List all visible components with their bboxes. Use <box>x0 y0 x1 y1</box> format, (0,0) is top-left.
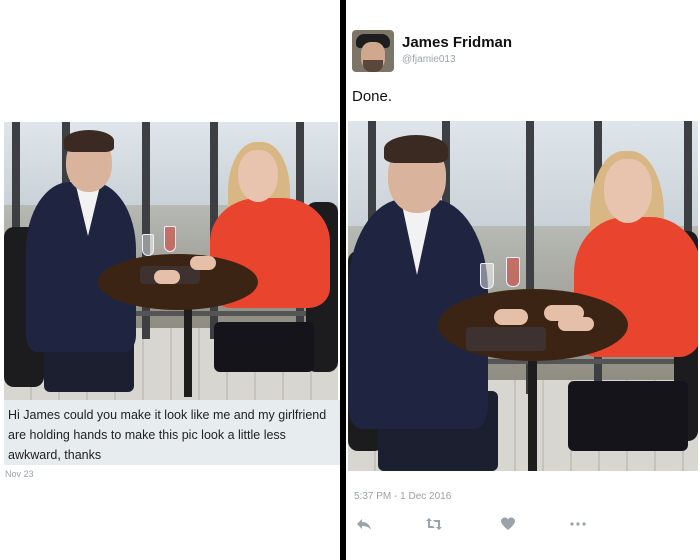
request-message-text: Hi James could you make it look like me … <box>8 408 327 462</box>
more-icon[interactable] <box>568 516 588 536</box>
tweet-timestamp[interactable]: 5:37 PM - 1 Dec 2016 <box>354 491 451 502</box>
request-card: Hi James could you make it look like me … <box>0 0 340 560</box>
author-name[interactable]: James Fridman <box>402 34 512 51</box>
request-date: Nov 23 <box>5 469 34 479</box>
tweet-card: James Fridman @fjamie013 Done. 5:37 PM -… <box>346 0 700 560</box>
request-message-box: Hi James could you make it look like me … <box>4 400 340 465</box>
reply-icon[interactable] <box>354 516 374 536</box>
heart-icon-glyph <box>501 517 515 530</box>
original-photo <box>4 122 338 400</box>
edited-photo[interactable] <box>348 121 698 471</box>
avatar[interactable] <box>352 30 394 72</box>
heart-icon[interactable] <box>498 516 518 536</box>
tweet-text: Done. <box>352 88 393 105</box>
reply-icon-glyph <box>357 519 371 530</box>
author-handle[interactable]: @fjamie013 <box>402 54 456 65</box>
retweet-icon[interactable] <box>424 516 444 536</box>
retweet-icon-glyph <box>426 518 442 530</box>
more-icon-glyph <box>570 522 586 526</box>
